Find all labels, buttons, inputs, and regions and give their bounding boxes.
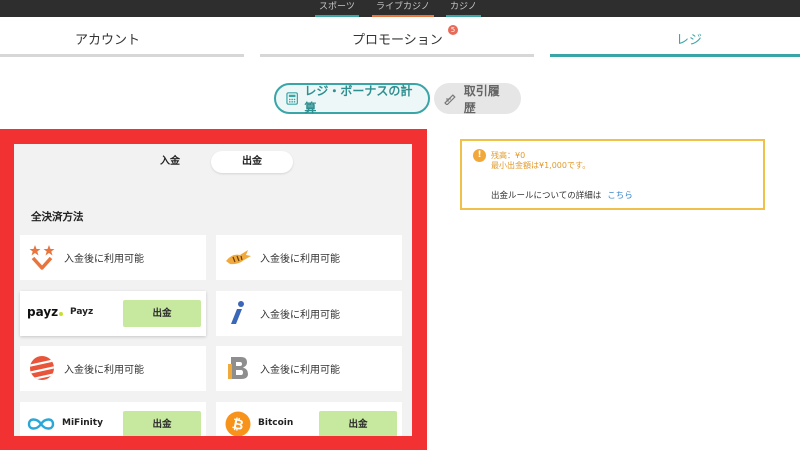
warning-icon: ! (473, 149, 486, 162)
cashier-bonus-calc-button[interactable]: レジ・ボーナスの計算 (274, 83, 430, 115)
method-status-text: 入金後に利用可能 (260, 365, 340, 376)
withdraw-rule-text: 出金ルールについての詳細は こちら (491, 191, 633, 201)
payment-methods-panel: 入金 出金 全決済方法 入金後に利用可能 入金後に利用可能 payz Payz … (14, 144, 412, 436)
withdraw-button[interactable]: 出金 (123, 300, 201, 327)
method-card[interactable]: 入金後に利用可能 (216, 235, 402, 280)
tab-cashier[interactable]: レジ (550, 17, 800, 57)
calculator-icon (286, 92, 298, 105)
withdraw-button[interactable]: 出金 (319, 411, 397, 436)
transaction-history-label: 取引履歴 (463, 83, 500, 115)
tab-cashier-label: レジ (676, 33, 703, 48)
method-card[interactable]: 入金後に利用可能 (216, 346, 402, 391)
method-name: Bitcoin (258, 418, 294, 428)
top-nav-sports[interactable]: スポーツ (315, 2, 359, 17)
method-status-text: 入金後に利用可能 (64, 254, 144, 265)
section-title: 全決済方法 (31, 211, 84, 223)
star-chevron-icon (28, 243, 56, 271)
method-card[interactable]: 入金後に利用可能 (216, 291, 402, 336)
top-nav-casino[interactable]: カジノ (446, 2, 481, 17)
method-card[interactable]: 入金後に利用可能 (20, 235, 206, 280)
tab-promotion-underline (260, 54, 534, 57)
withdraw-rule-link[interactable]: こちら (607, 191, 633, 201)
tab-account[interactable]: アカウント (0, 17, 244, 57)
transaction-history-button[interactable]: 取引履歴 (434, 83, 521, 115)
promotion-count-badge: 5 (448, 25, 458, 35)
top-nav-live-casino[interactable]: ライブカジノ (372, 2, 434, 17)
deposit-toggle[interactable]: 入金 (129, 151, 211, 173)
top-nav-bar: スポーツ ライブカジノ カジノ (0, 0, 800, 17)
pen-note-icon (444, 93, 456, 105)
method-status-text: 入金後に利用可能 (64, 365, 144, 376)
method-card[interactable]: 入金後に利用可能 (20, 346, 206, 391)
method-status-text: 入金後に利用可能 (260, 310, 340, 321)
tab-promotion[interactable]: プロモーション 5 (260, 17, 534, 57)
tiger-icon (224, 243, 252, 271)
method-card-bitcoin[interactable]: ₿ Bitcoin 出金 (216, 402, 402, 436)
method-card-mifinity[interactable]: MiFinity 出金 (20, 402, 206, 436)
withdraw-button[interactable]: 出金 (123, 411, 201, 436)
min-withdraw-text: 最小出金額は¥1,000です。 (491, 161, 591, 170)
striped-circle-icon (28, 354, 56, 382)
mifinity-logo-icon (26, 410, 56, 436)
payz-logo: payz (27, 305, 64, 319)
payz-logo-dot (59, 312, 64, 316)
withdraw-info-box: ! 残高：¥0 最小出金額は¥1,000です。 出金ルールについての詳細は こちら (460, 139, 765, 210)
tab-account-underline (0, 54, 244, 57)
method-card-payz[interactable]: payz Payz 出金 (20, 291, 206, 336)
cashier-bonus-calc-label: レジ・ボーナスの計算 (304, 83, 413, 115)
b-logo-icon (224, 354, 252, 382)
withdraw-toggle[interactable]: 出金 (211, 151, 293, 173)
tab-promotion-label: プロモーション (352, 33, 443, 48)
tab-cashier-underline (550, 54, 800, 57)
method-status-text: 入金後に利用可能 (260, 254, 340, 265)
i-logo-icon (224, 299, 252, 327)
bitcoin-icon: ₿ (224, 410, 252, 436)
tab-account-label: アカウント (75, 33, 141, 48)
method-name: Payz (70, 307, 94, 317)
method-name: MiFinity (62, 418, 103, 428)
